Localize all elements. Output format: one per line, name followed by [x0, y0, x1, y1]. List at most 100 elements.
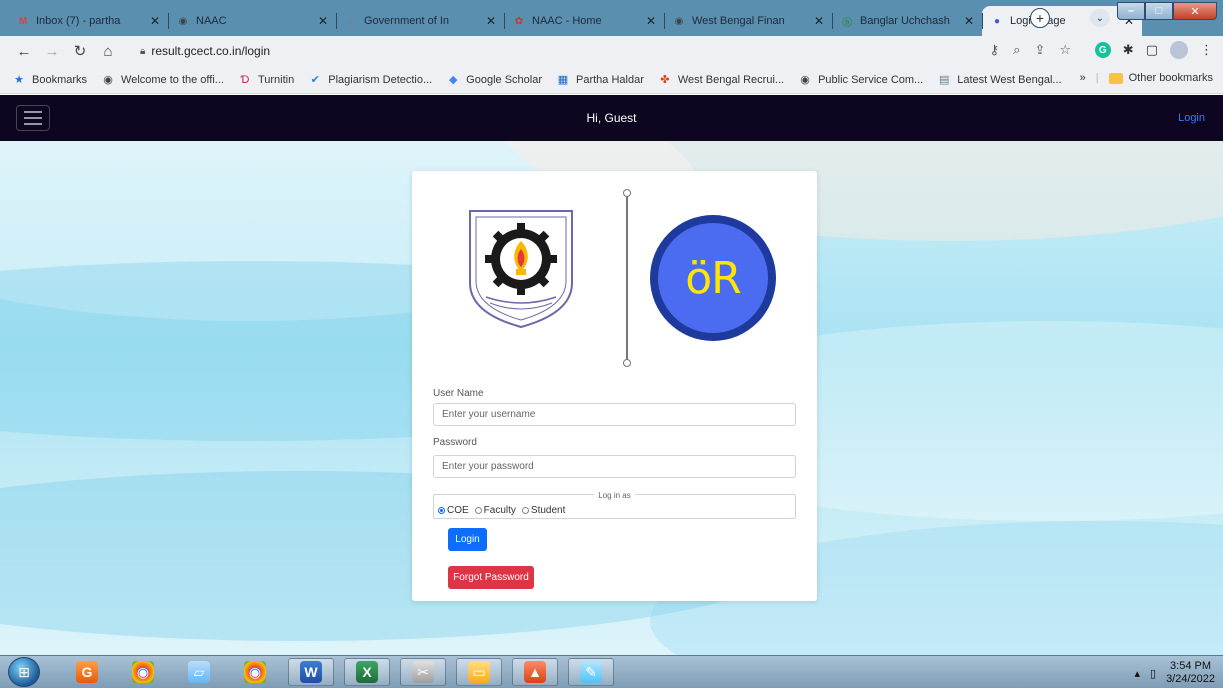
grammarly-icon[interactable]: G [1094, 42, 1111, 58]
radio-button-icon[interactable] [438, 507, 445, 514]
clock-date: 3/24/2022 [1166, 673, 1215, 685]
turnitin-icon: Ɗ [240, 73, 250, 86]
zoom-icon[interactable]: ⌕ [1013, 42, 1020, 58]
new-tab-button[interactable]: + [1030, 8, 1050, 28]
tab-search-icon[interactable]: ⌄ [1090, 9, 1110, 27]
navbar-login-link[interactable]: Login [1178, 112, 1205, 124]
logo-area: öR [412, 171, 817, 381]
share-icon[interactable]: ⇪ [1034, 42, 1045, 58]
tab-title: Inbox (7) - partha [36, 15, 121, 27]
browser-tab[interactable]: ⓑ Banglar Uchchash ✕ [832, 6, 982, 36]
browser-tab-strip: M Inbox (7) - partha ✕ ◉ NAAC ✕ ◌ Government of… [0, 0, 1223, 36]
tab-list: M Inbox (7) - partha ✕ ◉ NAAC ✕ ◌ Government of… [8, 6, 1142, 36]
tab-close-icon[interactable]: ✕ [486, 14, 496, 28]
or-logo: öR [650, 215, 776, 341]
bookmark-item[interactable]: ▦ Partha Haldar [556, 73, 644, 87]
login-as-fieldset: Log in as COE Faculty Student [433, 491, 796, 519]
bangla-icon: ⓑ [842, 17, 852, 29]
bookmarks-bar: ★ Bookmarks ◉ Welcome to the offi... Ɗ Turnit… [0, 66, 1223, 94]
key-icon[interactable]: ⚷ [990, 42, 1000, 58]
role-radio-group: COE Faculty Student [438, 505, 565, 516]
bookmarks-overflow: » | Other bookmarks [1080, 72, 1213, 84]
other-bookmarks-folder[interactable]: Other bookmarks [1108, 72, 1213, 84]
login-button[interactable]: Login [448, 528, 487, 551]
battery-icon[interactable]: ▯ [1150, 667, 1156, 680]
browser-tab[interactable]: ◌ Government of In ✕ [336, 6, 504, 36]
wb-icon: ✤ [660, 74, 670, 86]
bookmark-label: Plagiarism Detectio... [328, 73, 433, 86]
extensions-puzzle-icon[interactable]: ✱ [1123, 42, 1134, 58]
bookmark-item[interactable]: ✔ Plagiarism Detectio... [308, 73, 433, 87]
maximize-button[interactable]: □ [1145, 2, 1173, 20]
radio-button-icon[interactable] [474, 507, 482, 514]
greeting-text: Hi, Guest [586, 111, 637, 125]
bookmark-item[interactable]: ◉ Welcome to the offi... [101, 73, 224, 87]
bookmark-item[interactable]: ★ Bookmarks [12, 73, 87, 87]
bookmark-item[interactable]: ✤ West Bengal Recrui... [658, 73, 784, 87]
browser-tab[interactable]: ◉ NAAC ✕ [168, 6, 336, 36]
more-bookmarks-chevron-icon[interactable]: » [1080, 72, 1086, 84]
bookmark-item[interactable]: ◉ Public Service Com... [798, 73, 923, 87]
bookmark-item[interactable]: Ɗ Turnitin [238, 73, 295, 87]
reload-icon[interactable]: ↻ [70, 41, 90, 61]
word-icon[interactable]: W [288, 658, 334, 686]
back-arrow-icon[interactable]: ← [14, 41, 34, 61]
role-label: COE [447, 505, 469, 516]
matlab-icon[interactable]: ▲ [512, 658, 558, 686]
tray-expand-icon[interactable]: ▴ [1134, 667, 1140, 680]
login-as-legend: Log in as [434, 489, 795, 501]
check-icon: ✔ [310, 74, 320, 86]
browser-menu-icon[interactable]: ⋮ [1200, 42, 1213, 58]
clock-time: 3:54 PM [1170, 660, 1212, 672]
tab-title: Banglar Uchchash [860, 15, 950, 27]
home-icon[interactable]: ⌂ [98, 41, 118, 61]
bookmark-list: ★ Bookmarks ◉ Welcome to the offi... Ɗ Turnit… [12, 73, 1076, 87]
tab-close-icon[interactable]: ✕ [814, 14, 824, 28]
file-explorer-icon[interactable]: ▭ [456, 658, 502, 686]
tab-title: NAAC - Home [532, 15, 602, 27]
forgot-password-button[interactable]: Forgot Password [448, 566, 534, 589]
radio-button-icon[interactable] [521, 507, 529, 514]
browser-tab[interactable]: M Inbox (7) - partha ✕ [8, 6, 168, 36]
start-button[interactable]: ⊞ [8, 657, 40, 687]
chrome-icon[interactable]: ◉ [120, 658, 166, 686]
college-crest-logo [469, 210, 573, 329]
profile-avatar[interactable] [1170, 41, 1188, 59]
bookmark-label: Public Service Com... [818, 73, 924, 86]
notepad-icon[interactable]: ▱ [176, 658, 222, 686]
bookmark-item[interactable]: ▤ Latest West Bengal... [937, 73, 1062, 87]
address-bar[interactable]: 🔒︎ result.gcect.co.in/login [126, 39, 1074, 63]
excel-icon[interactable]: X [344, 658, 390, 686]
window-close-button[interactable]: ✕ [1173, 2, 1217, 20]
tab-close-icon[interactable]: ✕ [964, 14, 974, 28]
bookmark-item[interactable]: ◆ Google Scholar [446, 73, 542, 87]
globe-icon: ◉ [103, 74, 113, 86]
browser-toolbar: ← → ↻ ⌂ 🔒︎ result.gcect.co.in/login ⚷ ⌕ … [0, 36, 1223, 66]
side-panel-icon[interactable]: ▢ [1146, 42, 1158, 58]
paint-icon[interactable]: ✎ [568, 658, 614, 686]
minimize-button[interactable]: – [1117, 2, 1145, 20]
tab-close-icon[interactable]: ✕ [150, 14, 160, 28]
chrome-icon[interactable]: ◉ [232, 658, 278, 686]
snipping-tool-icon[interactable]: ✂ [400, 658, 446, 686]
password-input[interactable] [433, 455, 796, 478]
role-radio-coe[interactable]: COE [438, 505, 469, 516]
tab-title: NAAC [196, 15, 227, 27]
taskbar-apps: G ◉ ▱ ◉ W X ✂ ▭ ▲ ✎ [64, 658, 614, 686]
bookmark-label: Turnitin [257, 73, 295, 86]
logo-divider [626, 195, 628, 363]
forward-arrow-icon[interactable]: → [42, 41, 62, 61]
bookmark-star-icon[interactable]: ☆ [1059, 42, 1071, 58]
pdf-reader-icon[interactable]: G [64, 658, 110, 686]
tab-close-icon[interactable]: ✕ [646, 14, 656, 28]
username-input[interactable] [433, 403, 796, 426]
tab-title: Government of In [364, 15, 449, 27]
clock[interactable]: 3:54 PM 3/24/2022 [1166, 660, 1215, 686]
browser-tab[interactable]: ◉ West Bengal Finan ✕ [664, 6, 832, 36]
login-card: öR User Name Password Log in as COE Facul… [412, 171, 817, 601]
role-radio-faculty[interactable]: Faculty [474, 505, 516, 516]
browser-tab[interactable]: ✿ NAAC - Home ✕ [504, 6, 664, 36]
site-navbar: Hi, Guest Login [0, 95, 1223, 141]
role-radio-student[interactable]: Student [521, 505, 565, 516]
tab-close-icon[interactable]: ✕ [318, 14, 328, 28]
